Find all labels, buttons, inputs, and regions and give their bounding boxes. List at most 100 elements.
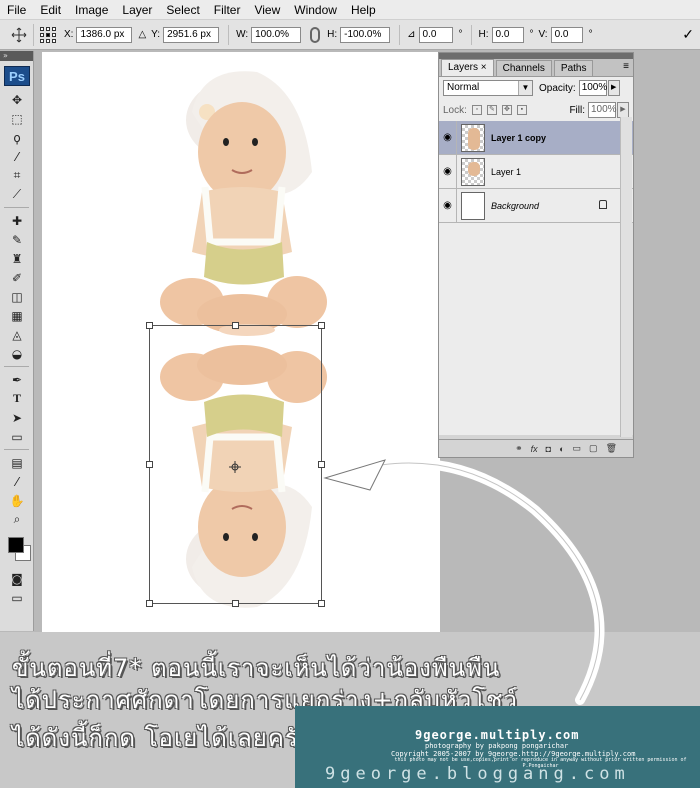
marquee-tool-icon[interactable]: ⬚ <box>0 109 34 128</box>
type-tool-icon[interactable]: T <box>0 389 34 408</box>
vertical-skew-field[interactable]: 0.0 <box>550 26 583 43</box>
annotation-arrow <box>323 458 605 705</box>
close-tab-icon[interactable]: × <box>481 62 487 73</box>
lock-all-icon[interactable]: ▪ <box>516 105 527 115</box>
ps-logo[interactable]: Ps <box>4 66 30 86</box>
crop-tool-icon[interactable]: ⌗ <box>0 166 34 185</box>
history-brush-icon[interactable]: ✐ <box>0 268 34 287</box>
healing-brush-icon[interactable]: ✚ <box>0 211 34 230</box>
visibility-eye-icon[interactable]: ◉ <box>439 154 457 189</box>
blend-mode-select[interactable]: Normal ▼ <box>443 80 533 96</box>
horizontal-skew-field[interactable]: 0.0 <box>491 26 524 43</box>
menu-layer[interactable]: Layer <box>115 3 159 17</box>
lock-transparency-icon[interactable]: ▫ <box>471 105 482 115</box>
menu-view[interactable]: View <box>247 3 287 17</box>
menu-edit[interactable]: Edit <box>33 3 68 17</box>
zoom-tool-icon[interactable]: ⌕ <box>0 510 34 529</box>
screen-mode-icon[interactable]: ▭ <box>0 588 34 607</box>
link-aspect-icon[interactable] <box>310 26 321 43</box>
lock-pixels-icon[interactable]: ✎ <box>486 105 497 115</box>
menu-image[interactable]: Image <box>68 3 115 17</box>
height-scale-field[interactable]: -100.0% <box>340 26 391 43</box>
delta-icon: △ <box>138 29 147 40</box>
menu-filter[interactable]: Filter <box>207 3 248 17</box>
visibility-eye-icon[interactable]: ◉ <box>439 120 457 155</box>
dodge-tool-icon[interactable]: ◒ <box>0 344 34 363</box>
y-position-field[interactable]: 2951.6 px <box>163 26 220 43</box>
watermark-banner: 9george.multiply.com photography by pakp… <box>295 706 700 788</box>
notes-tool-icon[interactable]: ▤ <box>0 453 34 472</box>
toolbox: » Ps ✥ ⬚ ϙ ⁄ ⌗ ⟋ ✚ ✎ ♜ ✐ ◫ ▦ ◬ ◒ ✒ T ➤ ▭… <box>0 51 34 631</box>
hand-tool-icon[interactable]: ✋ <box>0 491 34 510</box>
magic-wand-tool-icon[interactable]: ⁄ <box>0 147 34 166</box>
transform-handle-bottom[interactable] <box>232 600 239 607</box>
lock-position-icon[interactable]: ✥ <box>501 105 512 115</box>
toolbox-grip[interactable]: » <box>0 51 33 61</box>
move-tool-icon[interactable]: ✥ <box>0 90 34 109</box>
eraser-tool-icon[interactable]: ◫ <box>0 287 34 306</box>
slice-tool-icon[interactable]: ⟋ <box>0 185 34 204</box>
reference-point-icon[interactable] <box>40 26 56 43</box>
clone-stamp-icon[interactable]: ♜ <box>0 249 34 268</box>
x-label: X: <box>64 29 74 40</box>
menu-help[interactable]: Help <box>344 3 383 17</box>
layer-thumbnail <box>461 123 485 152</box>
layers-scrollbar[interactable] <box>620 117 632 437</box>
panel-menu-icon[interactable]: ≡ <box>623 61 629 72</box>
foreground-color-swatch[interactable] <box>8 537 24 553</box>
tool-preset-picker[interactable] <box>4 23 34 46</box>
x-position-field[interactable]: 1386.0 px <box>76 26 133 43</box>
eyedropper-tool-icon[interactable]: ⁄ <box>0 472 34 491</box>
brush-tool-icon[interactable]: ✎ <box>0 230 34 249</box>
layer-thumbnail <box>461 191 485 220</box>
divider <box>399 24 401 45</box>
menu-select[interactable]: Select <box>159 3 206 17</box>
divider <box>4 366 29 367</box>
opacity-slider-arrow-icon[interactable]: ▶ <box>607 80 620 96</box>
layer-row-background[interactable]: ◉ Background <box>439 188 633 223</box>
quick-mask-icon[interactable]: ◙ <box>0 569 34 588</box>
width-scale-field[interactable]: 100.0% <box>251 26 302 43</box>
divider <box>4 449 29 450</box>
blur-tool-icon[interactable]: ◬ <box>0 325 34 344</box>
opacity-field[interactable]: 100% <box>578 80 607 96</box>
layer-name: Layer 1 <box>491 166 522 177</box>
gradient-tool-icon[interactable]: ▦ <box>0 306 34 325</box>
tab-layers[interactable]: Layers × <box>441 59 494 76</box>
fill-field[interactable]: 100% <box>588 102 617 118</box>
divider <box>470 24 472 45</box>
tab-channels[interactable]: Channels <box>495 60 552 76</box>
w-label: W: <box>236 29 249 40</box>
watermark-site: 9george.multiply.com <box>415 728 580 742</box>
y-label: Y: <box>151 29 161 40</box>
pivot-point-icon[interactable] <box>229 461 241 473</box>
menu-bar: File Edit Image Layer Select Filter View… <box>0 0 700 20</box>
layer-lock-icon <box>599 200 607 209</box>
move-transform-icon <box>11 27 26 42</box>
tab-paths[interactable]: Paths <box>553 60 594 76</box>
visibility-eye-icon[interactable]: ◉ <box>439 188 457 223</box>
path-selection-icon[interactable]: ➤ <box>0 408 34 427</box>
transform-handle-left[interactable] <box>146 461 153 468</box>
layer-row-layer-1[interactable]: ◉ Layer 1 <box>439 154 633 189</box>
transform-handle-top[interactable] <box>232 322 239 329</box>
transform-handle-top-left[interactable] <box>146 322 153 329</box>
menu-file[interactable]: File <box>0 3 33 17</box>
lock-label: Lock: <box>443 104 467 116</box>
degree-symbol: ° <box>529 29 534 40</box>
pen-tool-icon[interactable]: ✒ <box>0 370 34 389</box>
degree-symbol: ° <box>458 29 463 40</box>
shape-tool-icon[interactable]: ▭ <box>0 427 34 446</box>
layer-row-layer-1-copy[interactable]: ◉ Layer 1 copy <box>439 120 633 155</box>
menu-window[interactable]: Window <box>287 3 344 17</box>
fill-slider-arrow-icon[interactable]: ▶ <box>617 102 629 118</box>
warp-mode-icon[interactable]: ✓ <box>682 26 694 43</box>
lasso-tool-icon[interactable]: ϙ <box>0 128 34 147</box>
options-bar: X: 1386.0 px △ Y: 2951.6 px W: 100.0% H:… <box>0 20 700 50</box>
rotate-angle-field[interactable]: 0.0 <box>418 26 453 43</box>
transform-handle-top-right[interactable] <box>318 322 325 329</box>
transform-handle-bottom-left[interactable] <box>146 600 153 607</box>
color-swatches <box>0 529 33 569</box>
degree-symbol: ° <box>588 29 593 40</box>
layer-name: Background <box>491 200 540 211</box>
